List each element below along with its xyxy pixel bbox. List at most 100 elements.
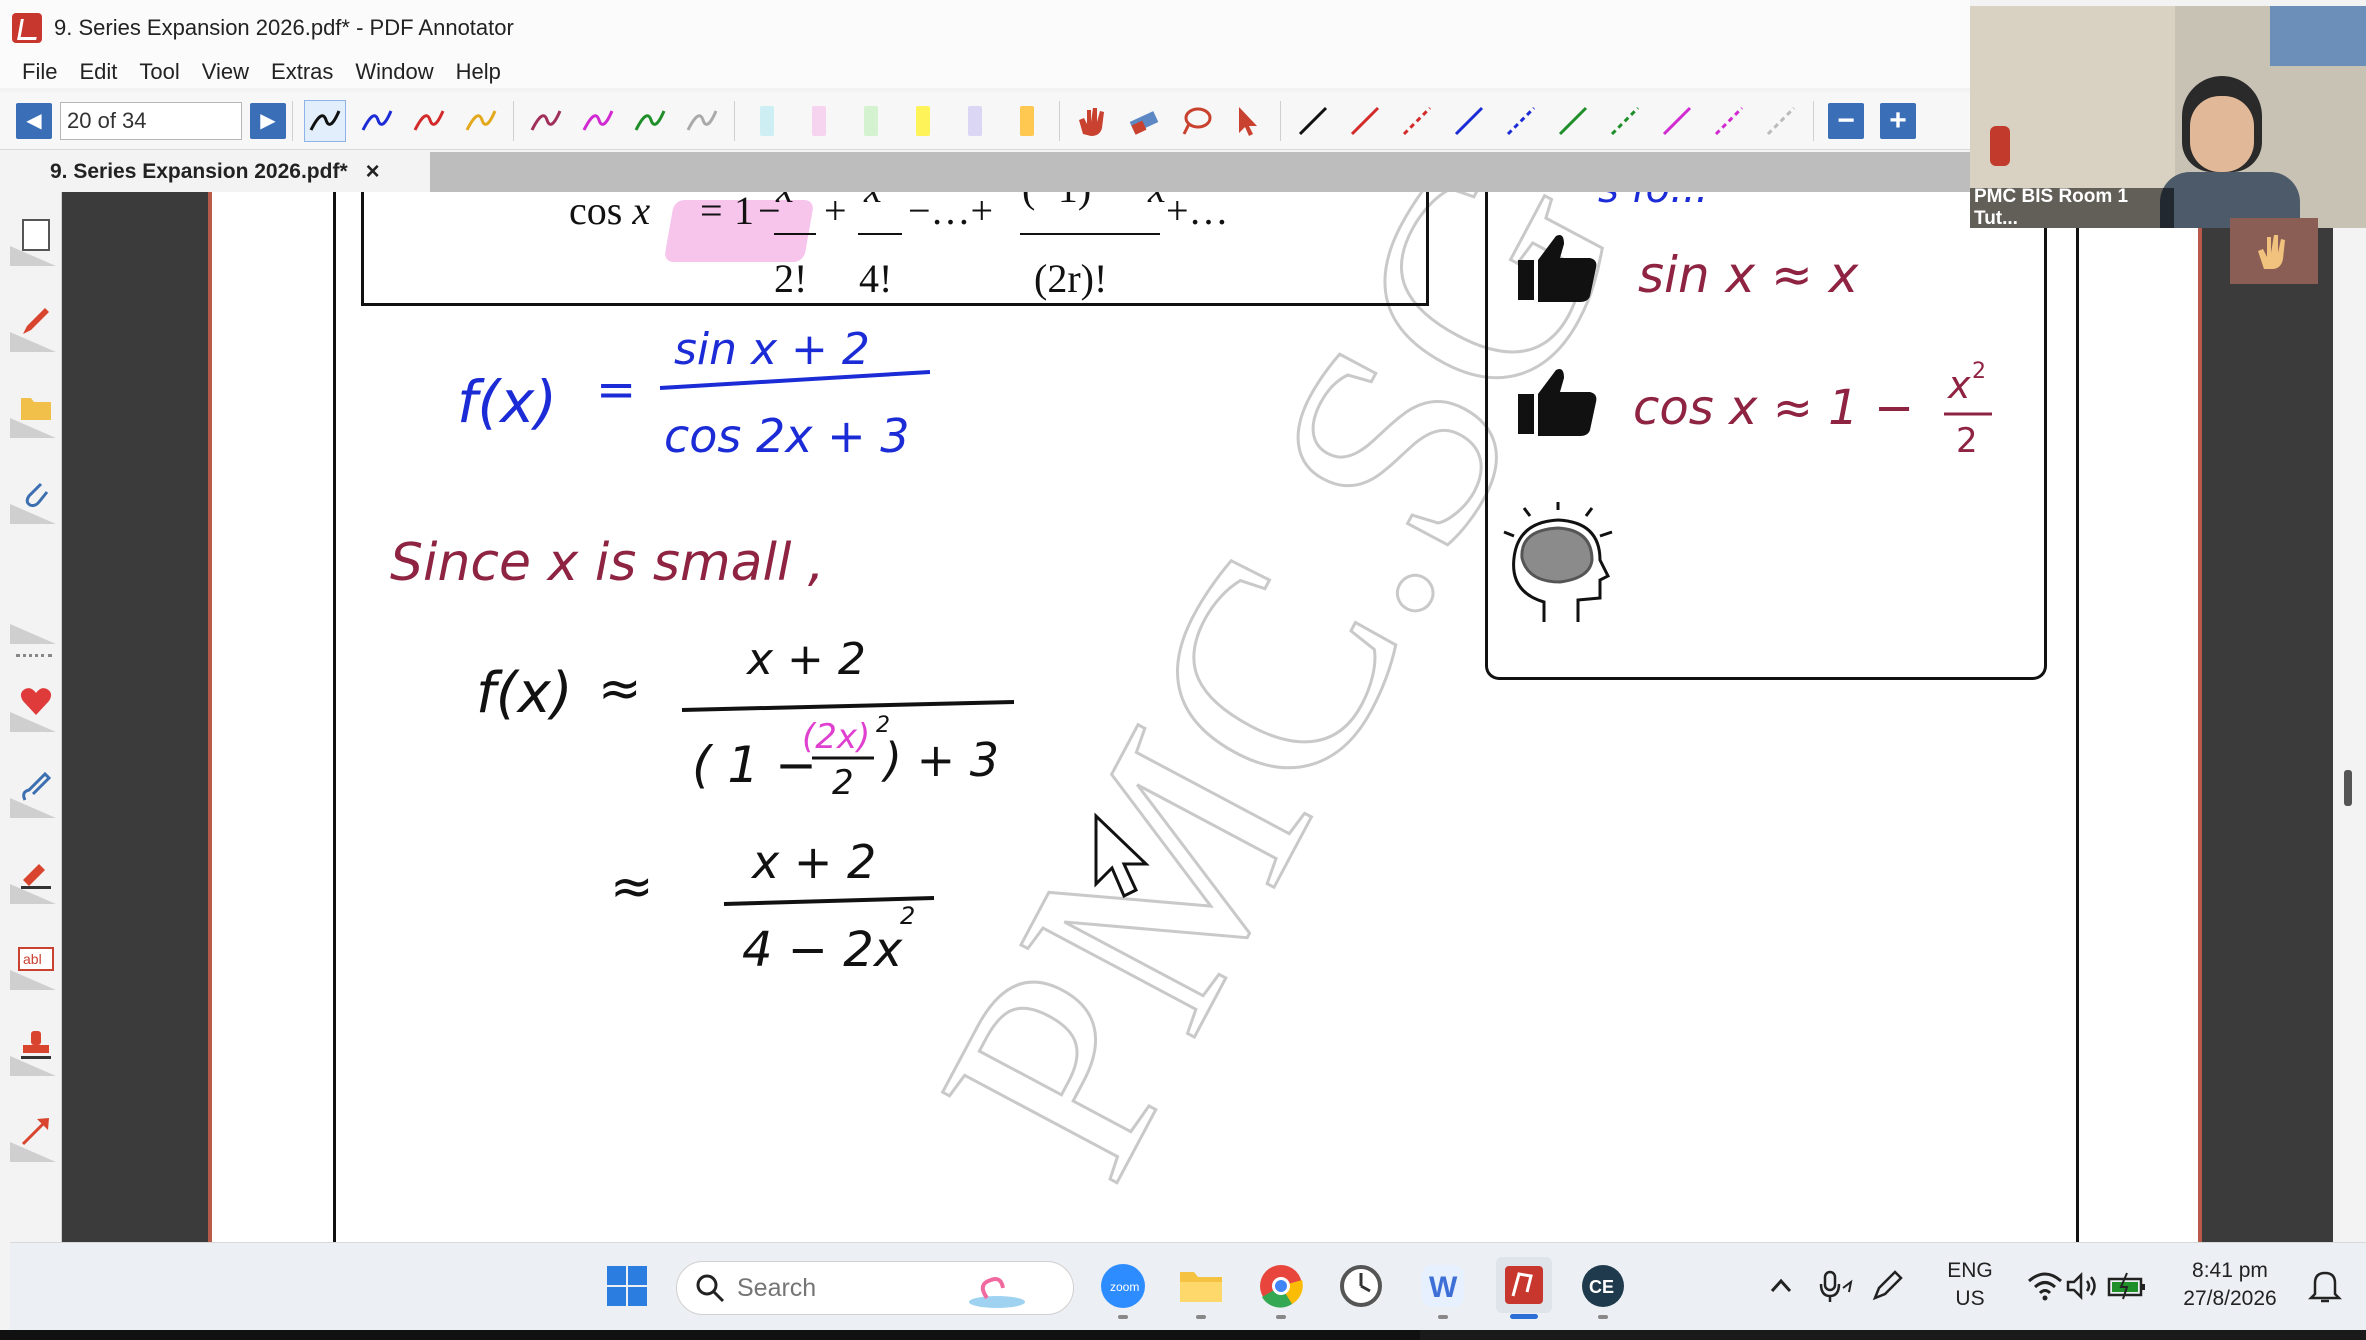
- bottom-progress-strip: [0, 1330, 2366, 1340]
- line-green-tool[interactable]: [1552, 100, 1594, 142]
- page-number-input[interactable]: [60, 101, 242, 140]
- raised-hand-icon: [2230, 218, 2318, 284]
- document-tab[interactable]: 9. Series Expansion 2026.pdf* ×: [10, 152, 430, 192]
- pen-gray-tool[interactable]: [681, 100, 723, 142]
- start-button[interactable]: [602, 1261, 652, 1311]
- dashed-line-red-tool[interactable]: [1396, 100, 1438, 142]
- zoom-app-button[interactable]: zoom: [1098, 1261, 1148, 1319]
- pen-red-tool[interactable]: [408, 100, 450, 142]
- scrollbar-thumb[interactable]: [2344, 770, 2352, 806]
- hand-tool[interactable]: [1071, 100, 1113, 142]
- panel-folder-button[interactable]: [10, 378, 62, 438]
- panel-attachment-button[interactable]: [10, 464, 62, 524]
- menu-edit[interactable]: Edit: [79, 59, 117, 85]
- chrome-icon: [1260, 1265, 1303, 1308]
- menu-view[interactable]: View: [202, 59, 249, 85]
- toolbar: ◀ ▶ − +: [0, 92, 1970, 150]
- vertical-scrollbar[interactable]: [2333, 192, 2366, 1242]
- page-gutter-right: [2198, 192, 2333, 1242]
- panel-favorites-button[interactable]: [10, 672, 62, 732]
- ce-app-button[interactable]: CE: [1578, 1261, 1628, 1319]
- lasso-tool[interactable]: [1175, 100, 1217, 142]
- eraser-tool[interactable]: [1123, 100, 1165, 142]
- highlighter-orange-tool[interactable]: [1020, 105, 1034, 136]
- pen-magenta-tool[interactable]: [577, 100, 619, 142]
- language-code: ENG: [1947, 1259, 1993, 1282]
- menu-window[interactable]: Window: [355, 59, 433, 85]
- file-explorer-button[interactable]: [1176, 1261, 1226, 1319]
- panel-stamp-button[interactable]: [10, 1016, 62, 1076]
- line-icon: [1558, 106, 1588, 135]
- microphone-tray-button[interactable]: [1810, 1261, 1860, 1311]
- toolbar-separator: [1280, 100, 1281, 141]
- menu-extras[interactable]: Extras: [271, 59, 333, 85]
- close-tab-icon[interactable]: ×: [366, 158, 380, 186]
- line-black-tool[interactable]: [1292, 100, 1334, 142]
- dashed-line-blue-tool[interactable]: [1500, 100, 1542, 142]
- show-hidden-icons-button[interactable]: [1756, 1261, 1806, 1311]
- folder-icon: [1180, 1272, 1222, 1302]
- menu-file[interactable]: File: [22, 59, 57, 85]
- pen-yellow-tool[interactable]: [460, 100, 502, 142]
- line-red-tool[interactable]: [1344, 100, 1386, 142]
- dashed-line-gray-tool[interactable]: [1760, 100, 1802, 142]
- select-arrow-tool[interactable]: [1227, 100, 1269, 142]
- pen-stroke-icon: [686, 109, 718, 131]
- running-indicator: [1598, 1315, 1608, 1319]
- approx1-numerator: x + 2: [745, 634, 866, 685]
- mouse-cursor-icon: [1094, 812, 1150, 899]
- pdf-annotator-taskbar-button[interactable]: [1496, 1257, 1552, 1319]
- line-magenta-tool[interactable]: [1656, 100, 1698, 142]
- menu-help[interactable]: Help: [456, 59, 501, 85]
- pen-blue-tool[interactable]: [356, 100, 398, 142]
- triangle-right-icon: ▶: [260, 110, 276, 132]
- panel-marker-button[interactable]: [10, 844, 62, 904]
- svg-text:CE: CE: [1589, 1277, 1614, 1297]
- next-page-button[interactable]: ▶: [250, 102, 286, 139]
- volume-tray-button[interactable]: [2058, 1261, 2108, 1311]
- clock-app-button[interactable]: [1336, 1261, 1386, 1311]
- approx1-lhs: f(x): [476, 661, 573, 726]
- approx1-denominator-open: ( 1 −: [692, 736, 817, 794]
- windows-logo-icon: [607, 1266, 647, 1306]
- pen-maroon-tool[interactable]: [525, 100, 567, 142]
- taskbar-search[interactable]: [676, 1261, 1074, 1315]
- highlighter-pink-tool[interactable]: [812, 105, 826, 136]
- chrome-button[interactable]: [1256, 1261, 1306, 1319]
- pen-stroke-icon: [582, 109, 614, 131]
- system-clock[interactable]: 8:41 pm 27/8/2026: [2170, 1257, 2290, 1313]
- hand-icon: [1079, 107, 1104, 136]
- panel-freehand-button[interactable]: [10, 758, 62, 818]
- taskbar-search-input[interactable]: [737, 1273, 957, 1303]
- language-indicator[interactable]: ENG US: [1930, 1257, 2010, 1313]
- panel-arrow-button[interactable]: [10, 1102, 62, 1162]
- panel-pen-button[interactable]: [10, 292, 62, 352]
- active-indicator: [1510, 1314, 1538, 1319]
- pen-tray-button[interactable]: [1862, 1261, 1912, 1311]
- notifications-button[interactable]: [2300, 1261, 2350, 1311]
- highlighter-yellow-tool[interactable]: [916, 105, 930, 136]
- webcam-participant-name: PMC BIS Room 1 Tut...: [1970, 186, 2174, 228]
- highlighter-cyan-tool[interactable]: [760, 105, 774, 136]
- page-edge-right: [2198, 192, 2202, 1242]
- zoom-out-button[interactable]: −: [1828, 102, 1864, 139]
- document-tab-label: 9. Series Expansion 2026.pdf*: [50, 160, 348, 183]
- highlighter-green-tool[interactable]: [864, 105, 878, 136]
- pen-black-tool[interactable]: [304, 99, 346, 142]
- dashed-line-green-tool[interactable]: [1604, 100, 1646, 142]
- previous-page-button[interactable]: ◀: [16, 102, 52, 139]
- pdf-annotator-app-icon: [1505, 1266, 1543, 1304]
- approx2-square: 2: [900, 902, 915, 930]
- dashed-line-magenta-tool[interactable]: [1708, 100, 1750, 142]
- line-blue-tool[interactable]: [1448, 100, 1490, 142]
- panel-text-box-button[interactable]: abl: [10, 930, 62, 990]
- zoom-in-button[interactable]: +: [1880, 102, 1916, 139]
- battery-tray-button[interactable]: [2102, 1261, 2152, 1311]
- pen-green-tool[interactable]: [629, 100, 671, 142]
- whiteboard-app-button[interactable]: W: [1418, 1261, 1468, 1319]
- menu-tool[interactable]: Tool: [139, 59, 179, 85]
- plus-icon: +: [1889, 103, 1907, 137]
- pdf-page[interactable]: PMC.SG cos x = 1 − x 2! + x 4! −…+ (−1) x: [212, 192, 2198, 1242]
- panel-blank-page-button[interactable]: [10, 206, 62, 266]
- highlighter-lavender-tool[interactable]: [968, 105, 982, 136]
